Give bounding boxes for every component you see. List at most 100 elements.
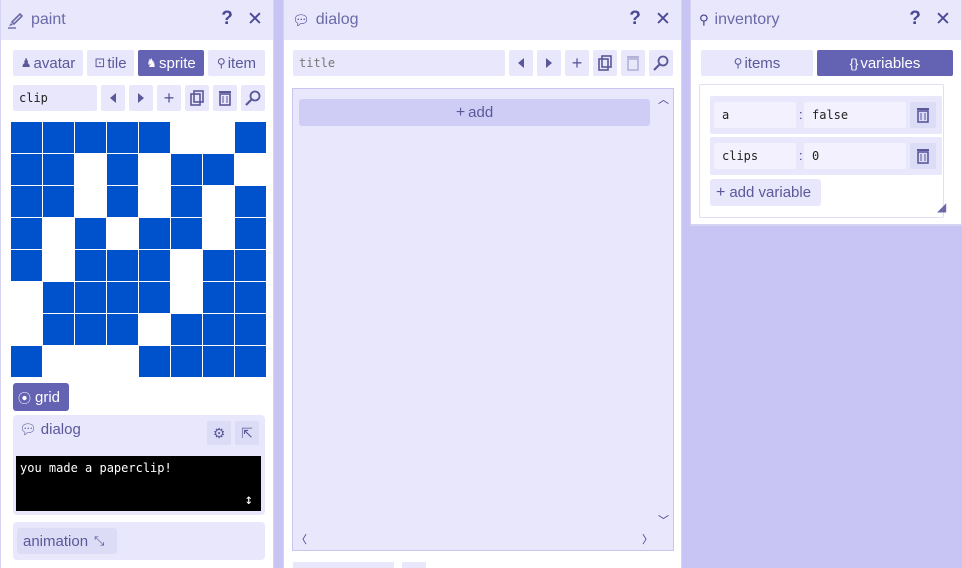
duplicate-icon[interactable] (185, 85, 209, 111)
delete-icon[interactable] (910, 102, 936, 128)
variable-name-field[interactable]: clips (714, 143, 796, 169)
pixel-cell[interactable] (171, 282, 203, 314)
pixel-cell[interactable] (107, 122, 139, 154)
open-external-icon[interactable]: ⇱ (235, 421, 259, 445)
duplicate-icon[interactable] (593, 50, 617, 76)
pixel-cell[interactable] (11, 218, 43, 250)
pixel-cell[interactable] (235, 186, 267, 218)
tab-item[interactable]: ⚲ item (208, 50, 265, 76)
pixel-cell[interactable] (43, 218, 75, 250)
close-icon[interactable]: ✕ (655, 9, 671, 30)
sprite-pixel-grid[interactable] (11, 122, 267, 378)
help-icon[interactable]: ? (219, 8, 235, 29)
search-icon[interactable] (649, 50, 673, 76)
add-icon[interactable]: + (157, 85, 181, 111)
scroll-up-icon[interactable]: ︿ (658, 91, 669, 107)
pixel-cell[interactable] (139, 314, 171, 346)
grid-toggle-button[interactable]: ⦿ grid (13, 383, 69, 411)
pixel-cell[interactable] (203, 154, 235, 186)
pixel-cell[interactable] (43, 154, 75, 186)
pixel-cell[interactable] (75, 314, 107, 346)
pixel-cell[interactable] (139, 218, 171, 250)
delete-icon[interactable] (910, 143, 936, 169)
dialog-title-input[interactable]: title (293, 50, 505, 76)
pixel-cell[interactable] (139, 186, 171, 218)
pixel-cell[interactable] (171, 218, 203, 250)
pixel-cell[interactable] (75, 218, 107, 250)
tab-tile[interactable]: ⊡ tile (87, 50, 134, 76)
pixel-cell[interactable] (203, 218, 235, 250)
pixel-cell[interactable] (11, 346, 43, 378)
pixel-cell[interactable] (139, 154, 171, 186)
resize-handle-icon[interactable]: ◢ (937, 200, 946, 214)
add-dialog-button[interactable]: + add (299, 99, 650, 126)
pixel-cell[interactable] (203, 186, 235, 218)
pixel-cell[interactable] (107, 218, 139, 250)
pixel-cell[interactable] (75, 154, 107, 186)
help-icon[interactable]: ? (627, 8, 643, 29)
pixel-cell[interactable] (139, 282, 171, 314)
delete-icon[interactable] (621, 50, 645, 76)
pixel-cell[interactable] (203, 282, 235, 314)
pixel-cell[interactable] (43, 250, 75, 282)
pixel-cell[interactable] (43, 282, 75, 314)
variable-name-field[interactable]: a (714, 102, 796, 128)
pixel-cell[interactable] (235, 346, 267, 378)
add-icon[interactable]: + (565, 50, 589, 76)
dialog-textarea[interactable]: you made a paperclip! ↕ (16, 456, 261, 511)
variable-value-field[interactable]: false (804, 102, 906, 128)
pixel-cell[interactable] (235, 282, 267, 314)
pixel-cell[interactable] (75, 122, 107, 154)
tab-variables[interactable]: {} variables (817, 50, 953, 76)
pixel-cell[interactable] (203, 122, 235, 154)
pixel-cell[interactable] (139, 346, 171, 378)
pixel-cell[interactable] (171, 314, 203, 346)
pixel-cell[interactable] (235, 218, 267, 250)
pixel-cell[interactable] (171, 250, 203, 282)
pixel-cell[interactable] (75, 346, 107, 378)
delete-icon[interactable] (213, 85, 237, 111)
pixel-cell[interactable] (11, 122, 43, 154)
next-icon[interactable] (129, 85, 153, 111)
paint-panel-header[interactable]: paint ? ✕ (1, 0, 273, 40)
pixel-cell[interactable] (107, 314, 139, 346)
tab-sprite[interactable]: ♞ sprite (138, 50, 204, 76)
pixel-cell[interactable] (171, 154, 203, 186)
pixel-cell[interactable] (75, 186, 107, 218)
pixel-cell[interactable] (235, 122, 267, 154)
tab-items[interactable]: ⚲ items (701, 50, 813, 76)
pixel-cell[interactable] (139, 250, 171, 282)
tab-avatar[interactable]: ♟ avatar (13, 50, 83, 76)
next-icon[interactable] (537, 50, 561, 76)
animation-toggle-button[interactable]: animation ⤡ (17, 528, 117, 554)
pixel-cell[interactable] (171, 346, 203, 378)
sprite-name-field[interactable]: clip (13, 85, 97, 111)
pixel-cell[interactable] (43, 186, 75, 218)
pixel-cell[interactable] (235, 154, 267, 186)
pixel-cell[interactable] (235, 250, 267, 282)
pixel-cell[interactable] (171, 186, 203, 218)
settings-icon[interactable]: ⚙ (207, 421, 231, 445)
help-icon[interactable]: ? (907, 8, 923, 29)
pixel-cell[interactable] (203, 346, 235, 378)
pixel-cell[interactable] (139, 122, 171, 154)
pixel-cell[interactable] (11, 250, 43, 282)
prev-icon[interactable] (101, 85, 125, 111)
close-icon[interactable]: ✕ (935, 9, 951, 30)
dialog-panel-header[interactable]: 💬︎ dialog ? ✕ (284, 0, 681, 40)
scroll-down-icon[interactable]: ﹀ (658, 512, 669, 528)
pixel-cell[interactable] (43, 314, 75, 346)
variable-value-field[interactable]: 0 (804, 143, 906, 169)
pixel-cell[interactable] (107, 346, 139, 378)
inventory-panel-header[interactable]: ⚲ inventory ? ✕ (691, 0, 961, 40)
pixel-cell[interactable] (11, 282, 43, 314)
pixel-cell[interactable] (171, 122, 203, 154)
pixel-cell[interactable] (235, 314, 267, 346)
dialog-editor-area[interactable]: + add ︿ ﹀ 〈 〉 (292, 88, 674, 551)
pixel-cell[interactable] (43, 346, 75, 378)
pixel-cell[interactable] (107, 186, 139, 218)
pixel-cell[interactable] (11, 154, 43, 186)
prev-icon[interactable] (509, 50, 533, 76)
pixel-cell[interactable] (107, 250, 139, 282)
close-icon[interactable]: ✕ (247, 9, 263, 30)
